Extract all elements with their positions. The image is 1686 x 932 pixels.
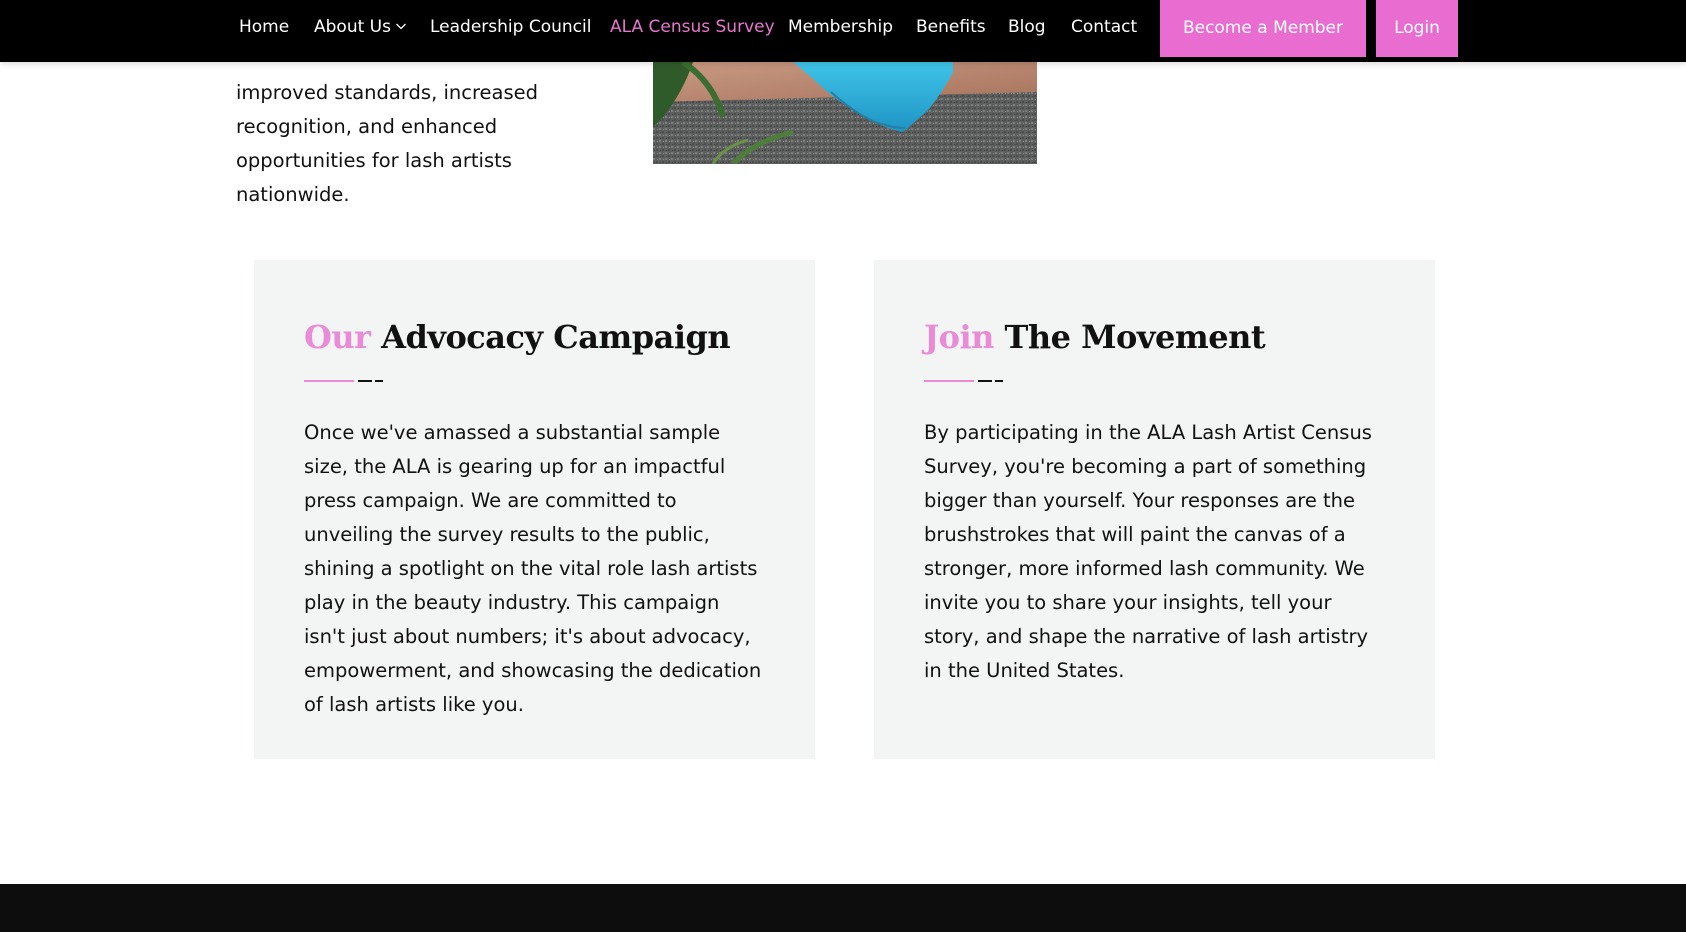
nav-link-leadership-council[interactable]: Leadership Council [430, 16, 591, 38]
divider-dash [978, 380, 992, 382]
title-divider [924, 379, 1024, 383]
divider-accent-line [304, 380, 354, 382]
chevron-down-icon [396, 23, 406, 29]
divider-dash [358, 380, 372, 382]
divider-dash [375, 380, 383, 382]
nav-link-about-us-label: About Us [314, 17, 391, 37]
intro-paragraph: improved standards, increased recognitio… [236, 80, 539, 206]
divider-accent-line [924, 380, 974, 382]
join-the-movement-body: By participating in the ALA Lash Artist … [924, 421, 1372, 682]
title-accent-word: Join [924, 318, 994, 356]
nav-link-benefits[interactable]: Benefits [916, 16, 986, 38]
divider-dash [995, 380, 1003, 382]
title-rest: The Movement [1004, 318, 1266, 356]
nav-link-membership[interactable]: Membership [788, 16, 893, 38]
login-label: Login [1394, 18, 1440, 38]
title-accent-word: Our [304, 318, 371, 356]
hero-photo [653, 62, 1037, 164]
advocacy-campaign-card: Our Advocacy Campaign Once we've amassed… [254, 260, 815, 759]
page-footer [0, 884, 1686, 932]
advocacy-campaign-body: Once we've amassed a substantial sample … [304, 421, 762, 716]
title-divider [304, 379, 404, 383]
nav-link-ala-census-survey[interactable]: ALA Census Survey [610, 16, 775, 38]
join-the-movement-card: Join The Movement By participating in th… [874, 260, 1435, 759]
nav-link-blog[interactable]: Blog [1008, 16, 1046, 38]
title-rest: Advocacy Campaign [381, 318, 731, 356]
hero-photo-illustration [653, 62, 1037, 164]
become-a-member-button[interactable]: Become a Member [1160, 0, 1366, 57]
join-the-movement-title: Join The Movement [924, 315, 1266, 359]
become-a-member-label: Become a Member [1182, 18, 1344, 38]
nav-link-about-us[interactable]: About Us [314, 16, 407, 38]
advocacy-campaign-title: Our Advocacy Campaign [304, 315, 731, 359]
top-navigation-bar: Home About Us Leadership Council ALA Cen… [0, 0, 1686, 62]
nav-link-contact[interactable]: Contact [1071, 16, 1137, 38]
login-button[interactable]: Login [1376, 0, 1458, 57]
nav-link-home[interactable]: Home [239, 16, 289, 38]
